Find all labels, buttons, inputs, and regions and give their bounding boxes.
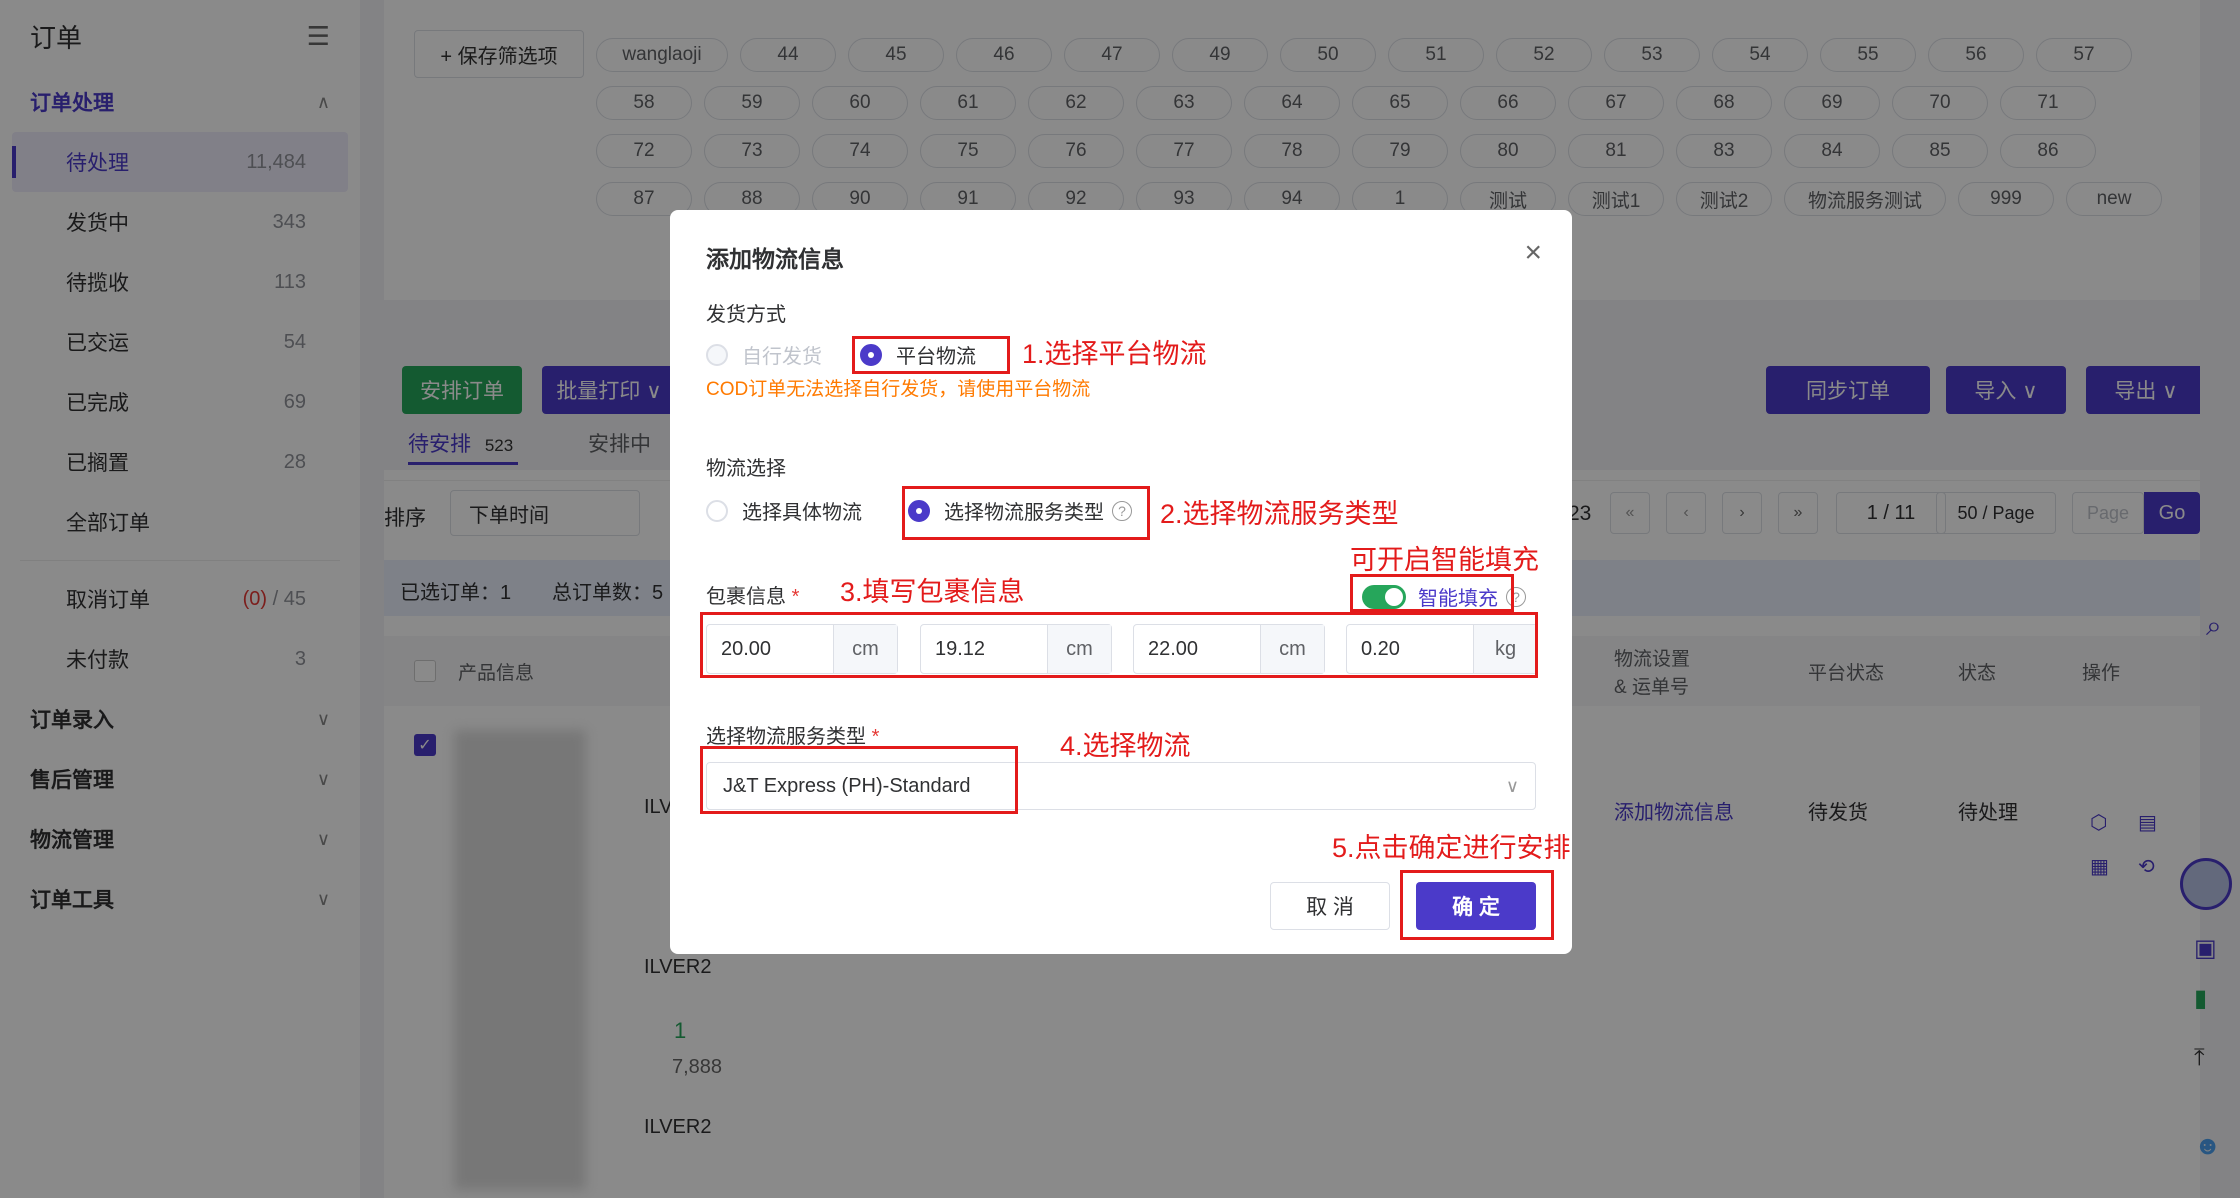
ship-method-label: 发货方式	[706, 304, 786, 326]
service-type-field-label: 选择物流服务类型 *	[706, 720, 879, 749]
annotation-smart-fill: 可开启智能填充	[1350, 545, 1539, 575]
logistics-select-label: 物流选择	[706, 458, 786, 480]
annotation-box-smart-fill	[1350, 574, 1514, 612]
required-marker: *	[871, 726, 880, 748]
annotation-box-package	[700, 612, 1538, 678]
self-ship-radio[interactable]: 自行发货	[706, 340, 822, 369]
required-marker: *	[791, 586, 800, 608]
annotation-step2: 2.选择物流服务类型	[1160, 499, 1399, 529]
package-label-text: 包裹信息	[706, 586, 786, 608]
radio-dot	[706, 343, 728, 366]
annotation-box-platform	[852, 336, 1010, 374]
annotation-box-logistics	[700, 746, 1018, 814]
annotation-step1: 1.选择平台物流	[1022, 339, 1207, 369]
annotation-step5: 5.点击确定进行安排	[1332, 833, 1571, 863]
cod-warning: COD订单无法选择自行发货，请使用平台物流	[706, 379, 1091, 400]
package-info-label: 包裹信息 *	[706, 580, 799, 609]
radio-label: 自行发货	[742, 346, 822, 368]
chevron-down-icon: ∨	[1505, 775, 1519, 796]
annotation-step4: 4.选择物流	[1060, 731, 1191, 761]
dialog-title: 添加物流信息	[706, 246, 844, 272]
cancel-button[interactable]: 取 消	[1270, 882, 1390, 930]
annotation-box-confirm	[1400, 870, 1554, 940]
specific-logistics-radio[interactable]: 选择具体物流	[706, 496, 862, 525]
service-type-label-text: 选择物流服务类型	[706, 726, 866, 748]
annotation-box-service-type	[902, 486, 1150, 540]
close-icon[interactable]: ×	[1524, 236, 1542, 270]
annotation-step3: 3.填写包裹信息	[840, 577, 1025, 607]
radio-dot	[706, 499, 728, 522]
radio-label: 选择具体物流	[742, 502, 862, 524]
